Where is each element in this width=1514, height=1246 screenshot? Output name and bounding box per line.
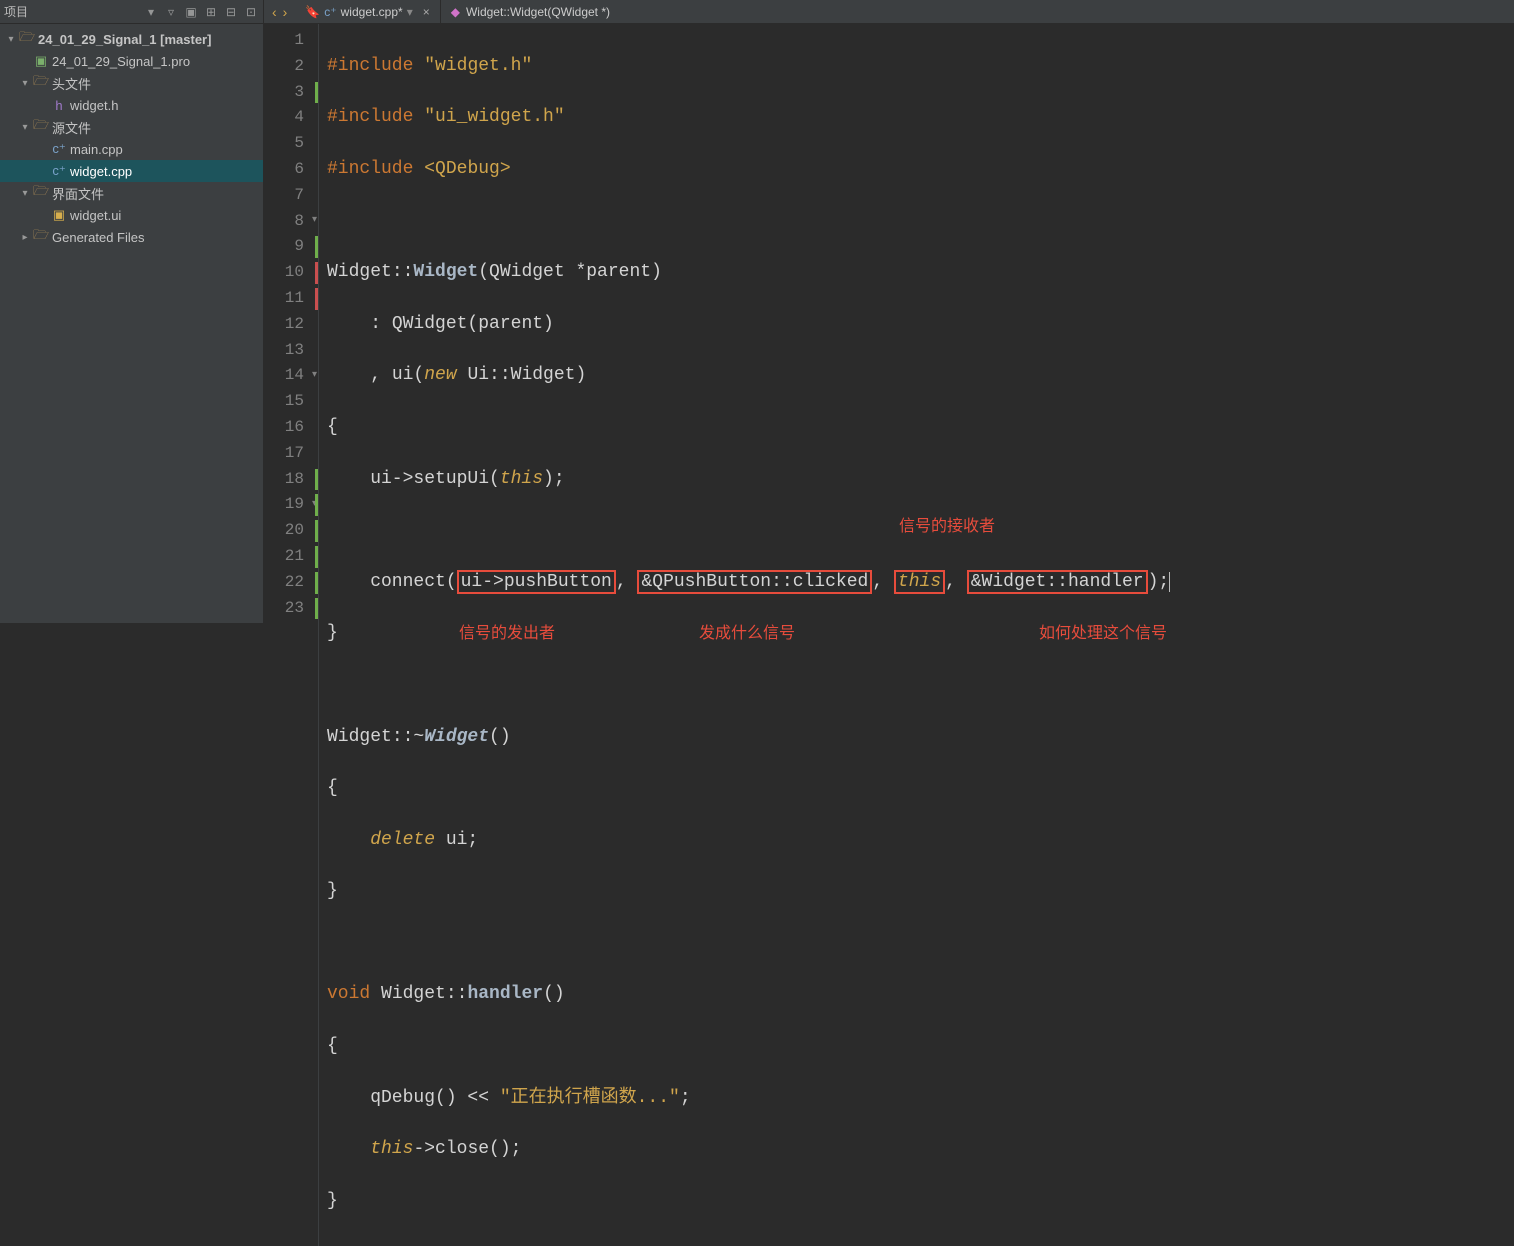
tree-sources-label: 源文件	[52, 118, 91, 137]
line-number: 21	[264, 544, 318, 570]
tab-label: widget.cpp*	[341, 5, 403, 19]
tree-main-label: main.cpp	[70, 142, 123, 157]
project-sidebar: 项目 ▾ ▿ ▣ ⊞ ⊟ ⊡ ▾ 🗁 24_01_29_Signal_1 [ma…	[0, 0, 264, 623]
connect-sender: ui->pushButton	[457, 570, 616, 594]
line-number: 14▾	[264, 363, 318, 389]
fold-icon[interactable]: ▾	[312, 492, 317, 518]
line-number: 3	[264, 80, 318, 106]
close-icon[interactable]: ×	[423, 5, 430, 19]
line-number: 7	[264, 183, 318, 209]
line-number: 6	[264, 157, 318, 183]
line-number: 10	[264, 260, 318, 286]
tree-widget-label: widget.cpp	[70, 164, 132, 179]
line-number: 13	[264, 338, 318, 364]
split-icon[interactable]: ▾	[407, 5, 413, 19]
caret-icon[interactable]: ▾	[18, 78, 32, 89]
ui-file-icon: ▣	[50, 207, 68, 223]
line-number: 1	[264, 28, 318, 54]
annotation-receiver: 信号的接收者	[899, 514, 995, 540]
line-number: 16	[264, 415, 318, 441]
caret-icon[interactable]: ▸	[18, 232, 32, 243]
tree-widget-cpp[interactable]: c⁺ widget.cpp	[0, 160, 263, 182]
tree-generated-folder[interactable]: ▸ 🗁 Generated Files	[0, 226, 263, 248]
annotation-handler: 如何处理这个信号	[1039, 621, 1167, 647]
tree-pro-file[interactable]: ▣ 24_01_29_Signal_1.pro	[0, 50, 263, 72]
bookmark-icon[interactable]: 🔖	[305, 5, 320, 19]
annotation-signal: 发成什么信号	[699, 621, 795, 647]
project-tree: ▾ 🗁 24_01_29_Signal_1 [master] ▣ 24_01_2…	[0, 24, 263, 248]
caret-icon[interactable]: ▾	[18, 122, 32, 133]
project-icon: 🗁	[18, 28, 36, 50]
folder-icon: 🗁	[32, 116, 50, 138]
connect-signal: &QPushButton::clicked	[637, 570, 872, 594]
h-file-icon: h	[50, 98, 68, 113]
sidebar-toolbar: ▾ ▿ ▣ ⊞ ⊟ ⊡	[143, 5, 259, 19]
nav-back-icon[interactable]: ‹	[270, 4, 279, 20]
line-number: 2	[264, 54, 318, 80]
tree-pro-label: 24_01_29_Signal_1.pro	[52, 54, 190, 69]
nav-forward-icon[interactable]: ›	[281, 4, 290, 20]
filter-icon[interactable]: ▿	[163, 5, 179, 19]
cpp-file-icon: c⁺	[324, 5, 336, 19]
tree-sources-folder[interactable]: ▾ 🗁 源文件	[0, 116, 263, 138]
tree-ui-label: 界面文件	[52, 184, 104, 203]
tab-nav: ‹ ›	[264, 4, 295, 20]
line-number: 18	[264, 467, 318, 493]
collapse-icon[interactable]: ⊟	[223, 5, 239, 19]
annotation-sender: 信号的发出者	[459, 621, 555, 647]
fold-icon[interactable]: ▾	[312, 209, 317, 235]
code-editor[interactable]: 1 2 3 4 5 6 7 8▾ 9 10 11 12 13 14▾ 15 16…	[264, 24, 1514, 1246]
tree-ui-file[interactable]: ▣ widget.ui	[0, 204, 263, 226]
folder-icon: 🗁	[32, 182, 50, 204]
line-number: 4	[264, 105, 318, 131]
line-number: 5	[264, 131, 318, 157]
line-number: 23	[264, 596, 318, 622]
line-number: 8▾	[264, 209, 318, 235]
tree-main-cpp[interactable]: c⁺ main.cpp	[0, 138, 263, 160]
tree-headers-folder[interactable]: ▾ 🗁 头文件	[0, 72, 263, 94]
expand-icon[interactable]: ⊞	[203, 5, 219, 19]
line-number: 9	[264, 234, 318, 260]
pro-file-icon: ▣	[32, 53, 50, 69]
fold-icon[interactable]: ▾	[312, 363, 317, 389]
sidebar-title: 项目	[4, 3, 143, 20]
cpp-file-icon: c⁺	[50, 141, 68, 157]
sidebar-header: 项目 ▾ ▿ ▣ ⊞ ⊟ ⊡	[0, 0, 263, 24]
tree-header-file[interactable]: h widget.h	[0, 94, 263, 116]
line-number: 15	[264, 389, 318, 415]
tab-bar: ‹ › 🔖 c⁺ widget.cpp* ▾ × ◆ Widget::Widge…	[264, 0, 1514, 24]
connect-receiver: this	[894, 570, 945, 594]
connect-handler: &Widget::handler	[967, 570, 1148, 594]
editor-area: ‹ › 🔖 c⁺ widget.cpp* ▾ × ◆ Widget::Widge…	[264, 0, 1514, 623]
line-number: 20	[264, 518, 318, 544]
tree-headers-label: 头文件	[52, 74, 91, 93]
caret-icon[interactable]: ▾	[18, 188, 32, 199]
folder-icon: 🗁	[32, 72, 50, 94]
dropdown-icon[interactable]: ▾	[143, 5, 159, 19]
line-number: 11	[264, 286, 318, 312]
tree-root[interactable]: ▾ 🗁 24_01_29_Signal_1 [master]	[0, 28, 263, 50]
breadcrumb[interactable]: ◆ Widget::Widget(QWidget *)	[441, 5, 620, 19]
breadcrumb-text: Widget::Widget(QWidget *)	[466, 5, 610, 19]
caret-icon[interactable]: ▾	[4, 34, 18, 45]
line-number: 12	[264, 312, 318, 338]
gutter: 1 2 3 4 5 6 7 8▾ 9 10 11 12 13 14▾ 15 16…	[264, 24, 319, 1246]
diamond-icon: ◆	[451, 5, 460, 19]
tab-widget-cpp[interactable]: 🔖 c⁺ widget.cpp* ▾ ×	[295, 0, 440, 24]
folder-icon: 🗁	[32, 226, 50, 248]
tree-ui-file-label: widget.ui	[70, 208, 121, 223]
tool-icon[interactable]: ▣	[183, 5, 199, 19]
tree-root-label: 24_01_29_Signal_1 [master]	[38, 32, 211, 47]
cpp-file-icon: c⁺	[50, 163, 68, 179]
line-number: 17	[264, 441, 318, 467]
tree-header-file-label: widget.h	[70, 98, 118, 113]
code-content[interactable]: #include "widget.h" #include "ui_widget.…	[319, 24, 1514, 1246]
tree-generated-label: Generated Files	[52, 230, 145, 245]
line-number: 22	[264, 570, 318, 596]
sync-icon[interactable]: ⊡	[243, 5, 259, 19]
line-number: 19▾	[264, 492, 318, 518]
tree-ui-folder[interactable]: ▾ 🗁 界面文件	[0, 182, 263, 204]
